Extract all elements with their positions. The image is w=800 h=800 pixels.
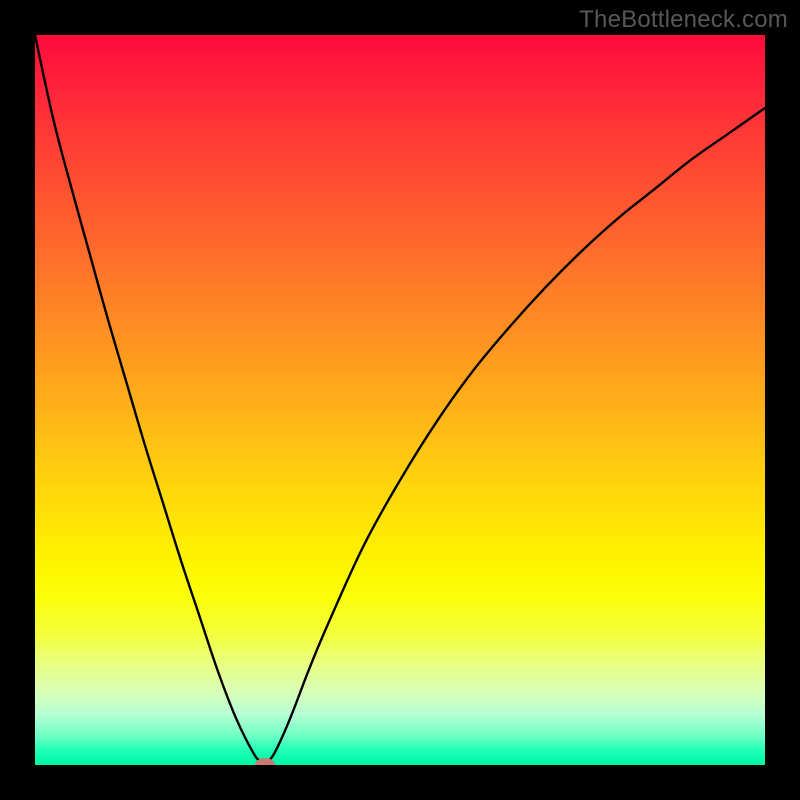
chart-frame: TheBottleneck.com: [0, 0, 800, 800]
plot-area: [35, 35, 765, 765]
bottleneck-curve: [35, 35, 765, 765]
curve-svg: [35, 35, 765, 765]
vertex-marker: [255, 758, 275, 765]
watermark-text: TheBottleneck.com: [579, 6, 788, 34]
